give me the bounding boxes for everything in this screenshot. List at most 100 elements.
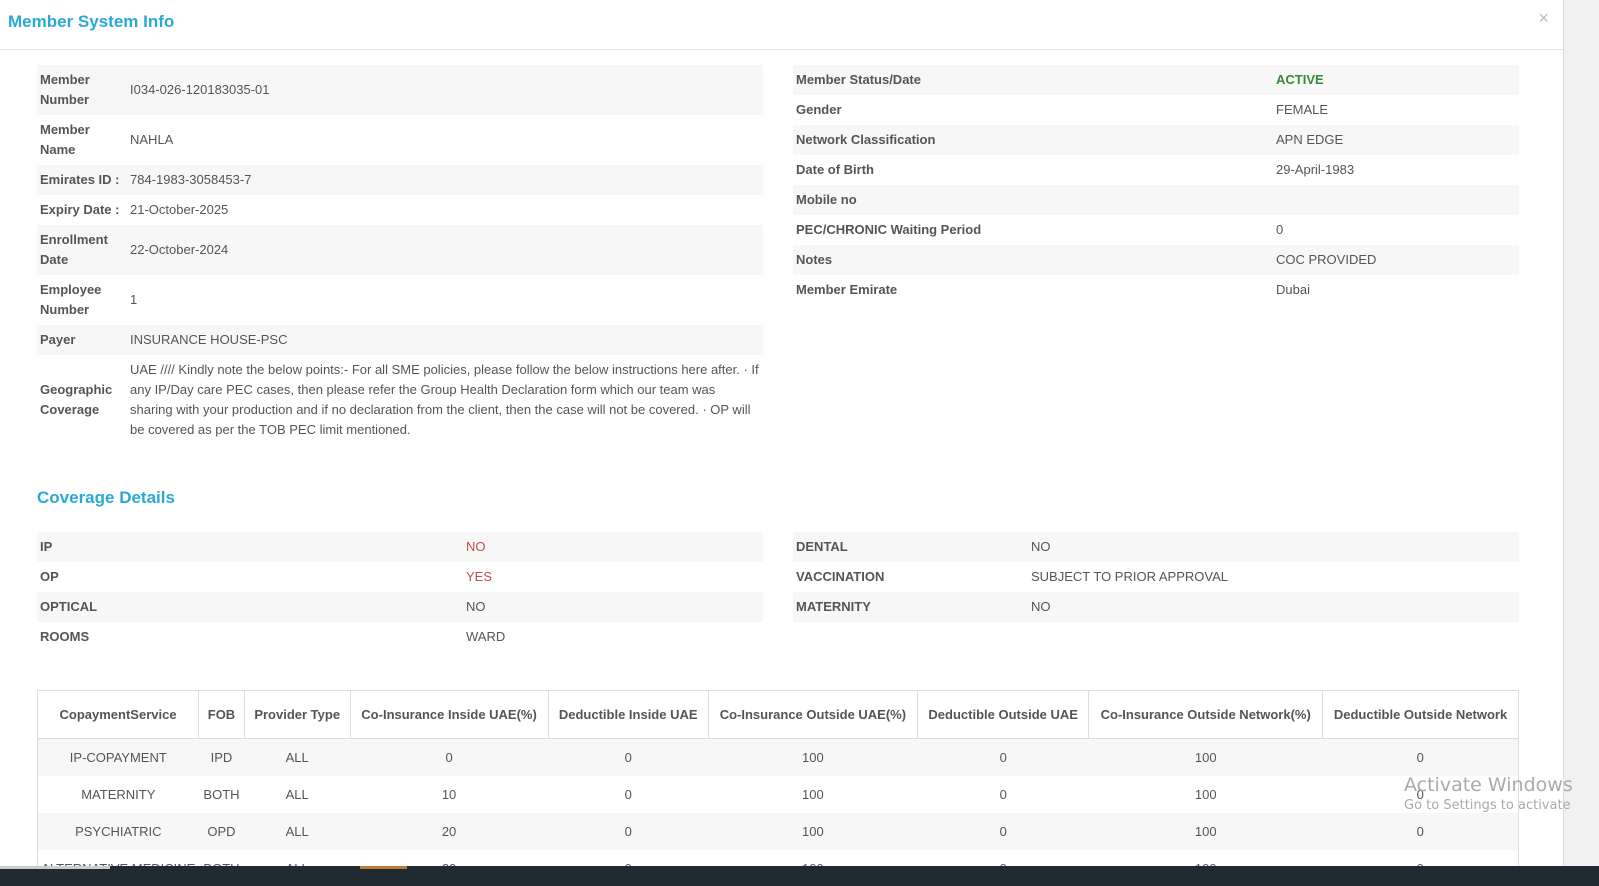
field-value: COC PROVIDED [1276, 252, 1377, 267]
field-value: 0 [1276, 222, 1284, 237]
field-label: Date of Birth [796, 162, 874, 177]
info-row: Member Name NAHLA [37, 115, 763, 165]
table-cell: 0 [918, 850, 1089, 866]
table-cell: 10 [441, 787, 457, 802]
table-cell: 0 [999, 824, 1007, 839]
column-header: Deductible Inside UAE [547, 690, 709, 739]
info-row: Payer INSURANCE HOUSE-PSC [37, 325, 763, 355]
table-cell: 0 [1416, 750, 1424, 765]
field-value: FEMALE [1276, 102, 1329, 117]
coverage-right: DENTAL NO VACCINATION SUBJECT TO PRIOR APPR… [793, 532, 1519, 622]
field-value: NAHLA [130, 132, 174, 147]
table-row: PSYCHIATRIC OPD ALL 20 0 100 0 100 0 [37, 813, 1519, 850]
info-row: Gender FEMALE [793, 95, 1519, 125]
field-label: Geographic Coverage [40, 382, 113, 417]
field-label: Member Number [40, 72, 90, 107]
info-row: Expiry Date : 21-October-2025 [37, 195, 763, 225]
table-cell: 0 [1416, 824, 1424, 839]
member-details-right: Member Status/Date ACTIVE Gender FEMALE Netw… [793, 65, 1519, 305]
taskbar [0, 866, 1599, 886]
table-cell: 0 [624, 750, 632, 765]
modal-title: Member System Info [8, 12, 175, 31]
table-cell: ALL [244, 850, 350, 866]
field-label: IP [40, 539, 53, 554]
field-label: MATERNITY [796, 599, 871, 614]
field-label: Enrollment Date [40, 232, 108, 267]
info-row: Geographic Coverage UAE //// Kindly note … [37, 355, 763, 445]
field-value [1273, 185, 1519, 215]
info-row: MATERNITY NO [793, 592, 1519, 622]
field-value: 1 [130, 292, 138, 307]
info-row: Network Classification APN EDGE [793, 125, 1519, 155]
column-header: CopaymentService [36, 690, 200, 739]
field-value: 784-1983-3058453-7 [130, 172, 252, 187]
column-header: Co-Insurance Outside Network(%) [1088, 690, 1324, 739]
info-row: Member Number I034-026-120183035-01 [37, 65, 763, 115]
info-row: PEC/CHRONIC Waiting Period 0 [793, 215, 1519, 245]
table-cell: ALL [285, 824, 309, 839]
field-value: APN EDGE [1276, 132, 1344, 147]
field-label: Employee Number [40, 282, 102, 317]
table-cell: IPD [210, 750, 233, 765]
info-row: Date of Birth 29-April-1983 [793, 155, 1519, 185]
table-cell: 100 [1194, 787, 1217, 802]
table-cell: BOTH [203, 787, 240, 802]
field-label: Payer [40, 332, 76, 347]
field-label: PEC/CHRONIC Waiting Period [796, 222, 982, 237]
table-cell: 0 [624, 824, 632, 839]
field-label: ROOMS [40, 629, 90, 644]
field-label: DENTAL [796, 539, 848, 554]
field-label: OPTICAL [40, 599, 98, 614]
column-header: Co-Insurance Inside UAE(%) [349, 690, 549, 739]
field-label: Gender [796, 102, 842, 117]
field-label: Emirates ID : [40, 172, 120, 187]
info-row: Notes COC PROVIDED [793, 245, 1519, 275]
table-row: MATERNITY BOTH ALL 10 0 100 0 100 0 [38, 776, 1519, 813]
field-label: Member Emirate [796, 282, 898, 297]
table-cell: PSYCHIATRIC [75, 824, 162, 839]
table-cell: 100 [802, 824, 824, 839]
info-row: Employee Number 1 [37, 275, 763, 325]
scrollbar[interactable] [1563, 0, 1599, 866]
table-row: ALTERNATIVE MEDICINEBOTHALL20010001000 [38, 850, 1519, 866]
info-row: IP NO [37, 532, 763, 562]
info-row: Member Status/Date ACTIVE [793, 65, 1519, 95]
field-value: SUBJECT TO PRIOR APPROVAL [1031, 569, 1228, 584]
table-cell: 100 [1194, 824, 1217, 839]
table-cell: 100 [802, 750, 824, 765]
table-cell: 0 [1323, 850, 1519, 866]
activate-windows-watermark: Activate Windows Go to Settings to activ… [1404, 774, 1573, 813]
column-header: Provider Type [243, 690, 351, 739]
info-row: Emirates ID : 784-1983-3058453-7 [37, 165, 763, 195]
field-label: Expiry Date : [40, 202, 120, 217]
field-label: Notes [796, 252, 833, 267]
table-cell: 0 [548, 850, 708, 866]
copayment-table: CopaymentService FOB Provider Type Co-Insur… [36, 690, 1519, 866]
info-row: Member Emirate Dubai [793, 275, 1519, 305]
field-value: NO [1031, 599, 1051, 614]
info-row: Mobile no [793, 185, 1519, 215]
table-cell: 20 [350, 850, 548, 866]
close-icon[interactable]: × [1538, 8, 1549, 29]
member-info-modal: Member System Info × Member Number I034-0… [0, 0, 1563, 866]
taskbar-active-app[interactable] [360, 866, 407, 869]
info-row: DENTAL NO [793, 532, 1519, 562]
field-label: VACCINATION [796, 569, 885, 584]
coverage-details-heading: Coverage Details [37, 488, 175, 507]
field-value: I034-026-120183035-01 [130, 82, 270, 97]
field-value: NO [466, 539, 486, 554]
table-cell: OPD [207, 824, 236, 839]
table-cell: 100 [1089, 850, 1323, 866]
info-row: OPTICAL NO [37, 592, 763, 622]
member-details-left: Member Number I034-026-120183035-01 Member… [37, 65, 763, 445]
field-value: INSURANCE HOUSE-PSC [130, 332, 288, 347]
watermark-line1: Activate Windows [1404, 774, 1573, 796]
field-value: NO [466, 599, 486, 614]
field-label: Member Status/Date [796, 72, 921, 87]
info-row: ROOMS WARD [37, 622, 763, 652]
table-row: IP-COPAYMENT IPD ALL 0 0 100 0 100 0 [37, 738, 1519, 776]
field-value: 29-April-1983 [1276, 162, 1355, 177]
field-value: UAE //// Kindly note the below points:- … [130, 362, 759, 437]
table-cell: 0 [999, 750, 1007, 765]
info-row: VACCINATION SUBJECT TO PRIOR APPROVAL [793, 562, 1519, 592]
